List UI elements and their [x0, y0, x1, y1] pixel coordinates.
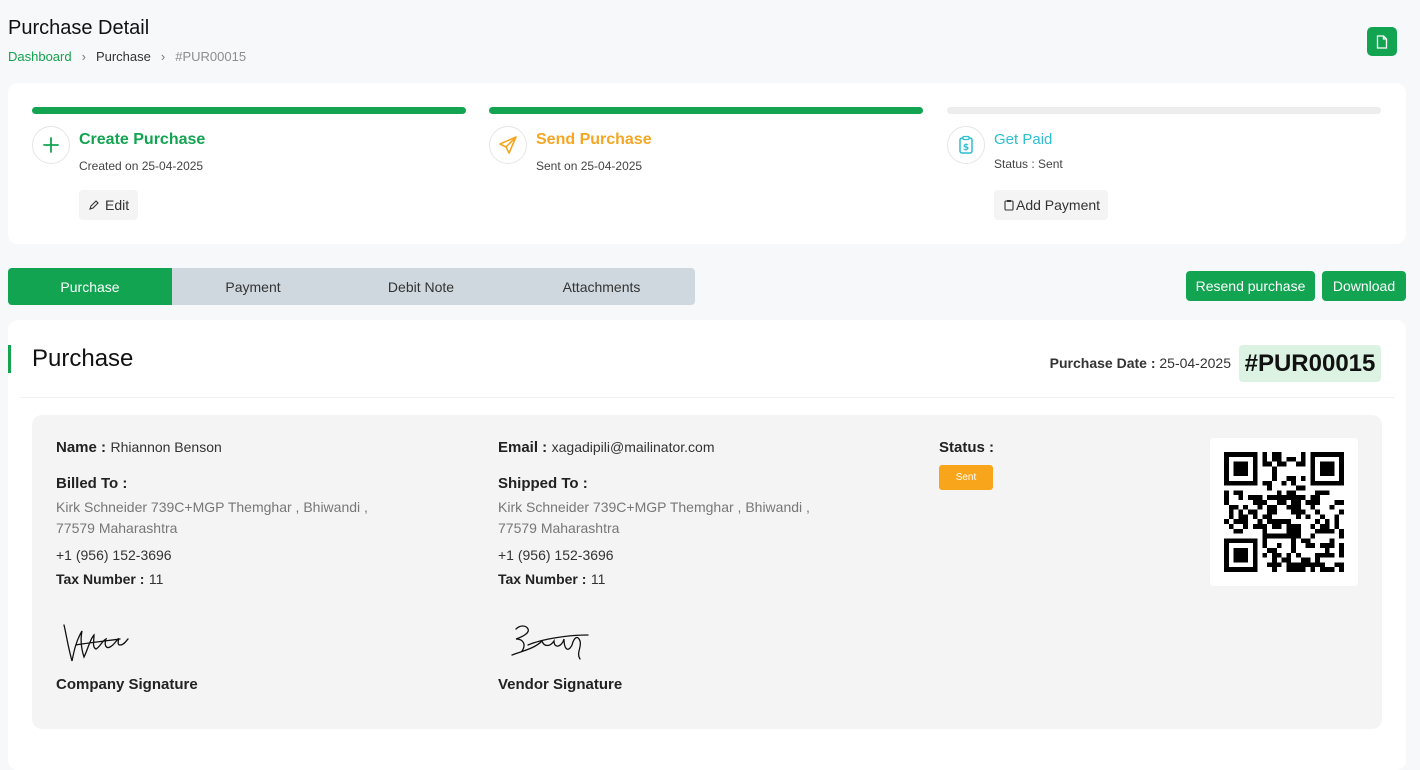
- breadcrumb-purchase[interactable]: Purchase: [96, 49, 151, 64]
- vendor-signature-label: Vendor Signature: [498, 676, 623, 693]
- name-row: Name : Rhiannon Benson: [56, 439, 222, 457]
- edit-button-label: Edit: [105, 197, 130, 213]
- document-icon: [1376, 34, 1388, 49]
- tab-debit-note[interactable]: Debit Note: [334, 268, 508, 305]
- step-get-paid: $ Get Paid Status : Sent Add Payment: [947, 107, 1381, 220]
- step-title: Get Paid: [994, 131, 1053, 148]
- shipped-tax-row: Tax Number : 11: [498, 571, 605, 589]
- step-send-purchase: Send Purchase Sent on 25-04-2025: [489, 107, 923, 173]
- shipped-to-label: Shipped To :: [498, 475, 588, 492]
- download-button[interactable]: Download: [1322, 271, 1406, 301]
- breadcrumb-current: #PUR00015: [175, 49, 247, 64]
- email-value: xagadipili@mailinator.com: [551, 439, 715, 455]
- resend-purchase-button[interactable]: Resend purchase: [1186, 271, 1315, 301]
- billed-to-label: Billed To :: [56, 475, 128, 492]
- email-label: Email :: [498, 439, 548, 456]
- step-subtitle: Created on 25-04-2025: [79, 159, 204, 173]
- tax-label: Tax Number :: [56, 571, 145, 587]
- clipboard-icon: [1004, 200, 1014, 211]
- purchase-date: Purchase Date : 25-04-2025: [1050, 355, 1231, 371]
- tax-label: Tax Number :: [498, 571, 587, 587]
- add-payment-button[interactable]: Add Payment: [994, 190, 1109, 220]
- billed-address-line2: 77579 Maharashtra: [56, 520, 178, 536]
- pencil-icon: [89, 200, 99, 210]
- step-title: Send Purchase: [536, 131, 652, 148]
- svg-text:$: $: [963, 143, 969, 153]
- shipped-address-line2: 77579 Maharashtra: [498, 520, 620, 536]
- tab-bar: Purchase Payment Debit Note Attachments: [8, 268, 695, 305]
- send-icon: [489, 126, 527, 164]
- step-progress-bar: [489, 107, 923, 114]
- name-label: Name :: [56, 439, 107, 456]
- billed-address-line1: Kirk Schneider 739C+MGP Themghar , Bhiwa…: [56, 499, 368, 515]
- billed-tax-row: Tax Number : 11: [56, 571, 163, 589]
- shipped-address-line1: Kirk Schneider 739C+MGP Themghar , Bhiwa…: [498, 499, 810, 515]
- divider: [20, 397, 1394, 398]
- step-progress-bar: [32, 107, 466, 114]
- email-row: Email : xagadipili@mailinator.com: [498, 439, 714, 457]
- tax-value: 11: [148, 571, 164, 587]
- status-badge: Sent: [939, 465, 993, 490]
- company-signature-image: Company Signature: [56, 615, 198, 693]
- purchase-heading: Purchase: [32, 345, 134, 372]
- vendor-signature-image: Vendor Signature: [498, 615, 622, 693]
- shipped-phone: +1 (956) 152-3696: [498, 547, 614, 563]
- tab-payment[interactable]: Payment: [172, 268, 334, 305]
- purchase-info-panel: Name : Rhiannon Benson Billed To : Kirk …: [32, 415, 1382, 729]
- document-button[interactable]: [1367, 27, 1397, 56]
- page-title: Purchase Detail: [8, 17, 150, 39]
- step-subtitle: Status : Sent: [994, 157, 1063, 171]
- add-payment-label: Add Payment: [1016, 197, 1101, 213]
- breadcrumb-dashboard[interactable]: Dashboard: [8, 49, 72, 64]
- breadcrumb: Dashboard › Purchase › #PUR00015: [8, 49, 246, 64]
- step-progress-bar: [947, 107, 1381, 114]
- status-label: Status :: [939, 439, 995, 456]
- tab-purchase[interactable]: Purchase: [8, 268, 172, 305]
- qr-code: [1210, 438, 1358, 586]
- chevron-right-icon: ›: [160, 49, 166, 64]
- purchase-number: #PUR00015: [1239, 345, 1381, 382]
- plus-icon: [32, 126, 70, 164]
- step-create-purchase: Create Purchase Created on 25-04-2025 Ed…: [32, 107, 466, 220]
- tab-attachments[interactable]: Attachments: [508, 268, 695, 305]
- purchase-card: Purchase Purchase Date : 25-04-2025 #PUR…: [8, 320, 1406, 770]
- chevron-right-icon: ›: [81, 49, 86, 64]
- heading-accent: [8, 345, 11, 373]
- purchase-date-label: Purchase Date :: [1049, 355, 1156, 371]
- step-title: Create Purchase: [79, 131, 206, 148]
- clipboard-dollar-icon: $: [947, 126, 985, 164]
- tax-value: 11: [590, 571, 606, 587]
- purchase-progress-card: Create Purchase Created on 25-04-2025 Ed…: [8, 83, 1406, 244]
- name-value: Rhiannon Benson: [110, 439, 222, 455]
- edit-button[interactable]: Edit: [79, 190, 139, 220]
- purchase-date-value: 25-04-2025: [1159, 355, 1231, 371]
- billed-phone: +1 (956) 152-3696: [56, 547, 172, 563]
- company-signature-label: Company Signature: [56, 676, 198, 693]
- step-subtitle: Sent on 25-04-2025: [536, 159, 643, 173]
